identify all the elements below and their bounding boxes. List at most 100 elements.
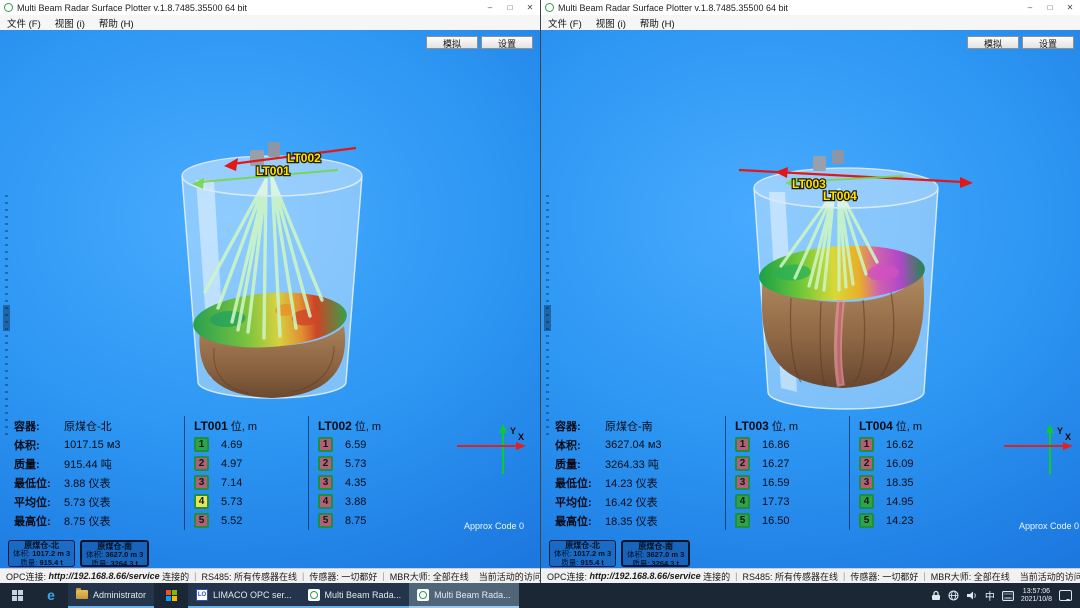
taskbar-item-multibeam-2[interactable]: Multi Beam Rada... [409, 583, 519, 608]
clock[interactable]: 13:57:06 2021/10/8 [1021, 588, 1052, 604]
store-button[interactable] [154, 583, 188, 608]
beam-value: 18.35 [886, 477, 914, 489]
beam-status-badge: 5 [859, 513, 874, 528]
tab-silo-north[interactable]: 原煤仓-北 体积: 1017.2 m 3 质量: 915.4 t [8, 540, 75, 567]
taskbar-item-multibeam-1[interactable]: Multi Beam Rada... [300, 583, 410, 608]
sensor-device-lt003 [813, 156, 826, 171]
sensors-status: 传感器: 一切都好 [309, 570, 377, 583]
touch-keyboard-icon[interactable] [1002, 591, 1014, 601]
settings-button[interactable]: 设置 [1022, 36, 1074, 49]
beam-row: 514.23 [859, 511, 969, 530]
rs485-status: RS485: 所有传感器在线 [742, 570, 838, 583]
sensor-column-lt002: LT002位, m 16.59 25.73 34.35 43.88 58.75 [308, 416, 428, 530]
beam-row: 417.73 [735, 492, 845, 511]
separator: | [923, 571, 925, 581]
maximize-button[interactable]: □ [1040, 0, 1060, 15]
beam-value: 16.59 [762, 477, 790, 489]
simulate-button[interactable]: 模拟 [426, 36, 478, 49]
silo-3d-viewport-north[interactable]: 模拟 设置 [0, 30, 540, 568]
menu-view[interactable]: 视图 (i) [589, 16, 633, 30]
multibeam-radar-icon [308, 589, 320, 601]
beam-row: 58.75 [318, 511, 428, 530]
sensor-column-lt004: LT004位, m 116.62 216.09 318.35 414.95 51… [849, 416, 969, 530]
beam-status-badge: 3 [194, 475, 209, 490]
edge-browser-button[interactable]: e [34, 583, 68, 608]
app-logo-icon [4, 3, 13, 12]
minimize-button[interactable]: – [480, 0, 500, 15]
beam-value: 16.09 [886, 458, 914, 470]
taskbar-item-limaco-opc[interactable]: LO LIMACO OPC ser... [188, 583, 300, 608]
ime-indicator[interactable]: 中 [985, 588, 995, 603]
volume-value: 1017.15 м3 [64, 439, 121, 451]
beam-value: 5.73 [221, 496, 242, 508]
title-bar[interactable]: Multi Beam Radar Surface Plotter v.1.8.7… [541, 0, 1080, 15]
separator: | [735, 571, 737, 581]
beam-status-badge: 2 [318, 456, 333, 471]
beam-status-badge: 1 [318, 437, 333, 452]
multibeam-radar-icon [417, 589, 429, 601]
notification-center-icon[interactable] [1059, 590, 1072, 601]
beam-status-badge: 4 [859, 494, 874, 509]
beam-value: 4.35 [345, 477, 366, 489]
mbr-status: MBR大师: 全部在线 [931, 570, 1010, 583]
tray-date: 2021/10/8 [1021, 596, 1052, 603]
sensor-label-lt004: LT004 [823, 189, 857, 203]
minimize-button[interactable]: – [1020, 0, 1040, 15]
tab-silo-north[interactable]: 原煤仓-北 体积: 1017.2 m 3 质量: 915.4 t [549, 540, 616, 567]
taskbar-item-administrator[interactable]: Administrator [68, 583, 154, 608]
beam-status-badge: 3 [859, 475, 874, 490]
status-bar: OPC连接: http://192.168.8.66/service 连接的 |… [0, 568, 540, 583]
sensor-unit: 位, m [772, 418, 798, 434]
approx-code-label: Approx Code 0 [1019, 521, 1079, 531]
menu-view[interactable]: 视图 (i) [48, 16, 92, 30]
menu-help[interactable]: 帮助 (H) [633, 16, 682, 30]
mass-value: 915.44 吨 [64, 456, 112, 472]
beam-status-badge: 5 [318, 513, 333, 528]
beam-status-badge: 4 [318, 494, 333, 509]
tab-silo-south[interactable]: 原煤仓-南 体积: 3627.0 m 3 质量: 3264.3 t [621, 540, 690, 567]
container-info-column: 容器:原煤仓-北 体积:1017.15 м3 质量:915.44 吨 最低位:3… [14, 416, 180, 530]
separator: | [302, 571, 304, 581]
max-level-label: 最高位: [555, 513, 605, 529]
avg-level-label: 平均位: [14, 494, 64, 510]
min-level-value: 3.88 仪表 [64, 475, 110, 491]
menu-file[interactable]: 文件 (F) [541, 16, 589, 30]
volume-label: 体积: [14, 437, 64, 453]
simulate-button[interactable]: 模拟 [967, 36, 1019, 49]
sensor-label-lt003: LT003 [792, 177, 826, 191]
tab-silo-south[interactable]: 原煤仓-南 体积: 3627.0 m 3 质量: 3264.3 t [80, 540, 149, 567]
beam-status-badge: 1 [735, 437, 750, 452]
start-button[interactable] [0, 583, 34, 608]
title-bar[interactable]: Multi Beam Radar Surface Plotter v.1.8.7… [0, 0, 540, 15]
beam-status-badge: 3 [735, 475, 750, 490]
axis-x-label: X [1065, 432, 1071, 442]
container-label: 容器: [555, 418, 605, 434]
measurement-panel-south: 容器:原煤仓-南 体积:3627.04 м3 质量:3264.33 吨 最低位:… [555, 416, 969, 530]
beam-status-badge: 2 [859, 456, 874, 471]
container-tabs: 原煤仓-北 体积: 1017.2 m 3 质量: 915.4 t 原煤仓-南 体… [8, 540, 149, 567]
tray-time: 13:57:06 [1023, 588, 1050, 595]
axis-y-label: Y [1057, 426, 1063, 436]
min-level-label: 最低位: [555, 475, 605, 491]
opc-label: OPC连接: [547, 570, 587, 583]
axis-x-label: X [518, 432, 524, 442]
volume-label: 体积: [555, 437, 605, 453]
menu-file[interactable]: 文件 (F) [0, 16, 48, 30]
max-level-label: 最高位: [14, 513, 64, 529]
opc-url: http://192.168.8.66/service [590, 571, 701, 581]
padlock-icon[interactable] [931, 590, 941, 601]
volume-value: 3627.04 м3 [605, 439, 662, 451]
close-button[interactable]: ✕ [1060, 0, 1080, 15]
settings-button[interactable]: 设置 [481, 36, 533, 49]
network-globe-icon[interactable] [948, 590, 959, 601]
maximize-button[interactable]: □ [500, 0, 520, 15]
menu-help[interactable]: 帮助 (H) [92, 16, 141, 30]
limaco-opc-icon: LO [196, 589, 208, 601]
opc-label: OPC连接: [6, 570, 46, 583]
silo-3d-viewport-south[interactable]: 模拟 设置 [541, 30, 1080, 568]
taskbar-item-label: Administrator [93, 590, 146, 600]
close-button[interactable]: ✕ [520, 0, 540, 15]
taskbar-item-label: LIMACO OPC ser... [213, 590, 292, 600]
volume-icon[interactable] [966, 590, 978, 601]
beam-row: 116.86 [735, 435, 845, 454]
